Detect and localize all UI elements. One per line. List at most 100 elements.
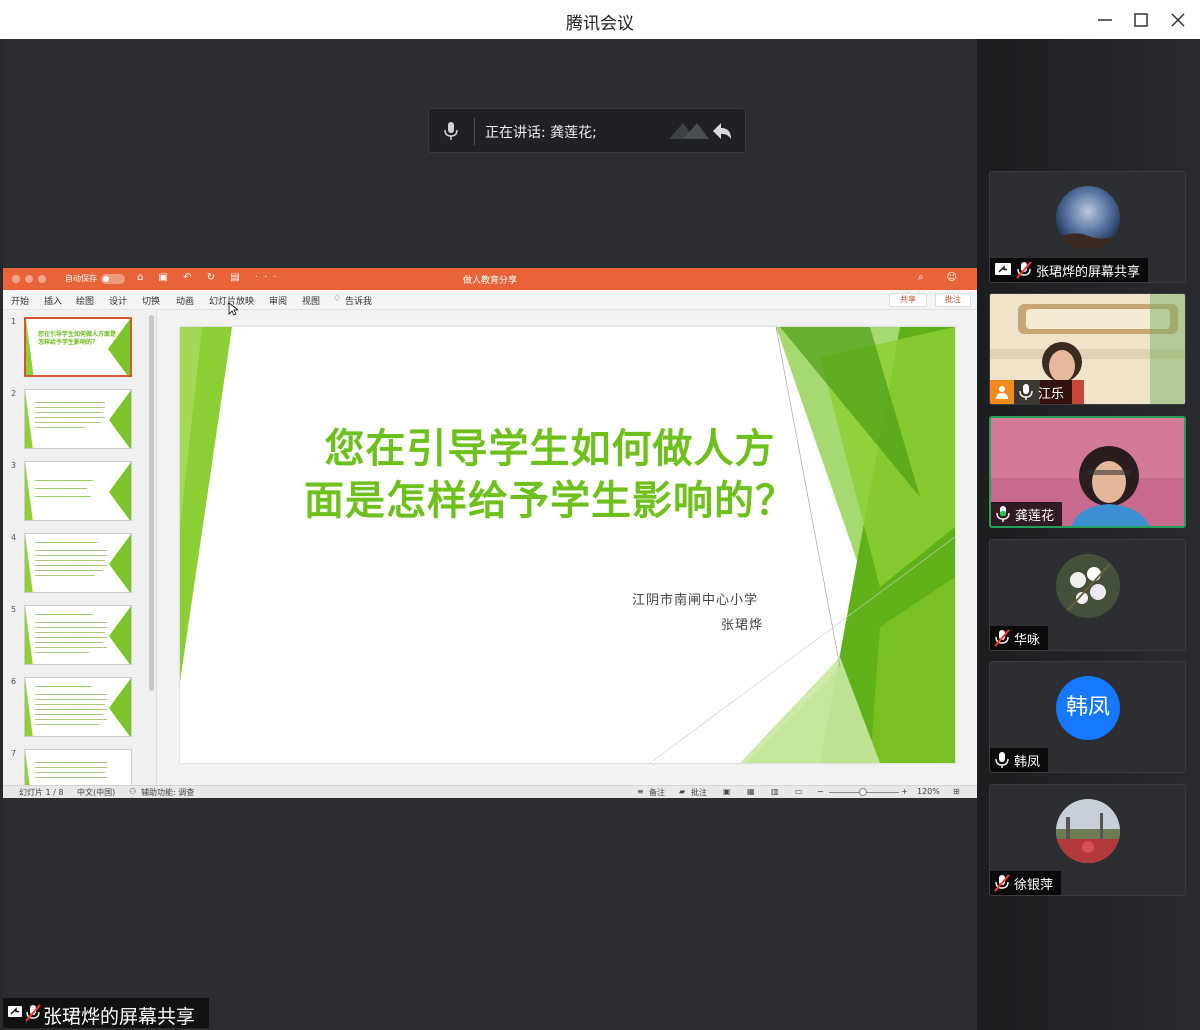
meeting-window: 腾讯会议 正在讲话: 龚莲花; 自动保存 ⌂ ▣ ↶ ↻ ▤ ··· 做人教育分… [0, 0, 1200, 1030]
minimize-icon [1098, 19, 1112, 21]
slide-thumbnail[interactable] [24, 533, 132, 593]
participant-name-tag: 徐银萍 [990, 871, 1062, 895]
ribbon-tell-me[interactable]: 告诉我 [345, 294, 372, 307]
mouse-cursor-icon [228, 302, 238, 316]
comments-button[interactable]: 批注 [691, 787, 707, 798]
ribbon-tab-review[interactable]: 审阅 [269, 294, 287, 307]
slideshow-view-icon[interactable]: ▭ [795, 787, 803, 796]
shared-screen-powerpoint[interactable]: 自动保存 ⌂ ▣ ↶ ↻ ▤ ··· 做人教育分享 ⌕ ☺ 开始 插入 绘图 设… [3, 268, 977, 798]
slide-thumbnail[interactable] [24, 749, 132, 785]
ribbon-tab-animations[interactable]: 动画 [176, 294, 194, 307]
slide-sorter-icon[interactable]: ▦ [747, 787, 755, 796]
share-owner-text: 张珺烨的屏幕共享 [43, 1006, 196, 1028]
close-icon [1171, 13, 1185, 27]
ppt-comment-button[interactable]: 批注 [935, 293, 971, 307]
thumbnail-number: 7 [11, 749, 17, 758]
zoom-out-icon[interactable]: − [817, 787, 824, 796]
fit-slide-icon[interactable]: ⊞ [953, 787, 960, 796]
maximize-icon [1134, 13, 1148, 27]
ppt-search-account-icons[interactable]: ⌕ ☺ [918, 272, 967, 283]
reading-view-icon[interactable]: ▥ [771, 787, 779, 796]
current-slide[interactable]: 您在引导学生如何做人方 面是怎样给予学生影响的？ 江阴市南闸中心小学 张珺烨 [180, 327, 955, 763]
participant-name: 韩凤 [1014, 754, 1041, 770]
slide-thumbnail[interactable] [24, 389, 132, 449]
mic-muted-icon [1016, 261, 1032, 279]
slide-headline-line1: 您在引导学生如何做人方 [324, 426, 776, 472]
slide-thumbnail[interactable] [24, 605, 132, 665]
slide-author-name: 张珺烨 [721, 618, 764, 633]
avatar: 韩凤 [1056, 676, 1120, 740]
ppt-document-title: 做人教育分享 [462, 276, 517, 286]
ribbon-tab-design[interactable]: 设计 [109, 294, 127, 307]
mic-muted-icon [994, 629, 1010, 647]
slide-green-shapes [180, 327, 955, 763]
zoom-level[interactable]: 120% [917, 787, 940, 796]
participant-tile-gonglianhua[interactable]: 龚莲花 [989, 416, 1186, 528]
slide-thumbnail[interactable]: 您在引导学生如何做人方面是怎样给予学生影响的？ [24, 317, 132, 377]
slide-thumbnail[interactable] [24, 461, 132, 521]
normal-view-icon[interactable]: ▣ [723, 787, 731, 796]
zoom-in-icon[interactable]: + [901, 787, 908, 796]
screen-share-owner-label: 张珺烨的屏幕共享 [3, 998, 209, 1028]
ribbon-tab-home[interactable]: 开始 [11, 294, 29, 307]
slide-thumbnail[interactable] [24, 677, 132, 737]
language-status[interactable]: 中文(中国) [77, 787, 115, 798]
ppt-title-bar: 自动保存 ⌂ ▣ ↶ ↻ ▤ ··· 做人教育分享 ⌕ ☺ [3, 268, 977, 290]
microphone-icon [1019, 384, 1033, 400]
ribbon-tab-transitions[interactable]: 切换 [142, 294, 160, 307]
microphone-icon [995, 752, 1009, 768]
thumbnail-scrollbar[interactable] [149, 315, 154, 691]
zoom-slider-knob[interactable] [859, 788, 867, 796]
participant-tile-xuyinping[interactable]: 徐银萍 [989, 784, 1186, 896]
participant-tile-jiangle[interactable]: 江乐 [989, 293, 1186, 405]
participant-name-tag: 华咏 [990, 626, 1049, 650]
ppt-status-bar: 幻灯片 1 / 8 中文(中国) ⚇ 辅助功能: 调查 ≡ 备注 ▰ 批注 ▣ … [3, 785, 977, 798]
speaking-wave-icon [669, 123, 731, 139]
thumbnail-number: 5 [11, 605, 17, 614]
notes-button[interactable]: 备注 [649, 787, 665, 798]
speaking-text: 正在讲话: 龚莲花; [485, 125, 597, 141]
thumbnail-number: 1 [11, 317, 17, 326]
title-bar: 腾讯会议 [0, 0, 1200, 39]
participant-name: 江乐 [1038, 386, 1065, 402]
participant-tile-huayong[interactable]: 华咏 [989, 539, 1186, 651]
thumbnail-number: 6 [11, 677, 17, 686]
microphone-active-icon [996, 506, 1010, 522]
ppt-share-button[interactable]: 共享 [889, 293, 927, 307]
notes-icon: ≡ [637, 787, 644, 796]
thumbnail-number: 2 [11, 389, 17, 398]
participant-name-tag: 韩凤 [990, 748, 1049, 772]
mic-muted-icon [25, 1004, 41, 1022]
screen-share-icon [8, 1006, 22, 1017]
minimize-button[interactable] [1095, 10, 1115, 30]
accessibility-icon: ⚇ [129, 787, 137, 796]
slide-position: 幻灯片 1 / 8 [19, 788, 64, 797]
accessibility-status[interactable]: 辅助功能: 调查 [141, 787, 194, 798]
ribbon-tab-view[interactable]: 视图 [302, 294, 320, 307]
participant-name-tag: 张珺烨的屏幕共享 [990, 258, 1149, 282]
lightbulb-icon: ♢ [333, 294, 342, 304]
participant-tile-screen-share[interactable]: 张珺烨的屏幕共享 [989, 171, 1186, 283]
microphone-icon [444, 122, 458, 140]
ribbon-tab-insert[interactable]: 插入 [44, 294, 62, 307]
close-button[interactable] [1168, 10, 1188, 30]
participant-name-tag: 龚莲花 [991, 502, 1063, 526]
avatar [1056, 799, 1120, 863]
slide-thumbnail-pane[interactable]: 1 您在引导学生如何做人方面是怎样给予学生影响的？ 2 3 4 5 6 7 [3, 311, 157, 785]
window-title: 腾讯会议 [566, 14, 634, 34]
slide-headline-line2: 面是怎样给予学生影响的？ [304, 478, 796, 524]
participant-tile-hanfeng[interactable]: 韩凤 韩凤 [989, 661, 1186, 773]
screen-share-icon [995, 263, 1011, 275]
maximize-button[interactable] [1131, 10, 1151, 30]
ribbon-tab-draw[interactable]: 绘图 [76, 294, 94, 307]
participant-name-tag: 江乐 [990, 380, 1073, 404]
comments-icon: ▰ [679, 787, 686, 796]
avatar [1056, 554, 1120, 618]
participant-name: 华咏 [1014, 632, 1041, 648]
speaking-indicator: 正在讲话: 龚莲花; [428, 108, 746, 153]
participant-name: 徐银萍 [1014, 877, 1054, 893]
person-icon [990, 380, 1014, 404]
participant-name: 张珺烨的屏幕共享 [1036, 264, 1141, 280]
thumbnail-number: 3 [11, 461, 17, 470]
mic-muted-icon [994, 874, 1010, 892]
